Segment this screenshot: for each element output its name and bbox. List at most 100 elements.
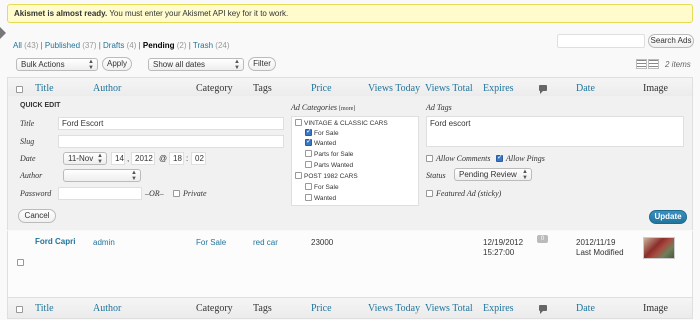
col-tags: Tags <box>253 83 272 94</box>
more-link[interactable]: [more] <box>339 106 355 112</box>
password-field[interactable] <box>58 187 142 200</box>
date-label: Date <box>20 154 36 163</box>
month-select[interactable]: 11-Nov ▲ ▼ <box>63 152 107 165</box>
hour-field[interactable]: 18 <box>169 152 184 165</box>
col-views-total[interactable]: Views Total <box>425 303 473 314</box>
category-item[interactable]: For Sale <box>305 183 339 191</box>
ad-date-status: Last Modified <box>576 248 624 257</box>
category-checkbox[interactable] <box>295 172 302 179</box>
ad-thumbnail-image[interactable] <box>643 237 675 259</box>
col-date[interactable]: Date <box>576 303 595 314</box>
category-item[interactable]: POST 1982 CARS <box>295 172 358 180</box>
col-expires[interactable]: Expires <box>483 303 514 314</box>
col-expires[interactable]: Expires <box>483 83 514 94</box>
private-checkbox[interactable] <box>173 190 180 197</box>
search-input[interactable] <box>557 34 645 48</box>
col-date[interactable]: Date <box>576 83 595 94</box>
col-price[interactable]: Price <box>311 83 332 94</box>
author-select[interactable]: ▲ ▼ <box>63 169 141 182</box>
title-field[interactable]: Ford Escort <box>58 117 284 130</box>
list-view-icon[interactable] <box>636 59 647 69</box>
category-checkbox[interactable] <box>305 194 312 201</box>
ad-tags-link[interactable]: red car <box>253 238 278 247</box>
notice-bold-text: Akismet is almost ready. <box>14 9 108 18</box>
category-item[interactable]: For Sale <box>305 127 339 137</box>
ad-categories-list: VINTAGE & CLASSIC CARS For Sale Wanted P… <box>291 116 419 206</box>
select-all-checkbox-footer[interactable] <box>16 306 23 313</box>
featured-ad-checkbox[interactable] <box>426 190 433 197</box>
col-tags: Tags <box>253 303 272 314</box>
cancel-button[interactable]: Cancel <box>18 209 56 223</box>
ad-title-link[interactable]: Ford Capri <box>35 237 75 246</box>
col-image: Image <box>643 83 668 94</box>
status-select[interactable]: Pending Review ▲ ▼ <box>454 168 532 181</box>
featured-ad-label: Featured Ad (sticky) <box>436 189 502 198</box>
title-label: Title <box>20 119 35 128</box>
category-item[interactable]: Wanted <box>305 137 336 147</box>
category-checkbox[interactable] <box>305 127 312 136</box>
filter-button[interactable]: Filter <box>248 57 276 71</box>
select-all-checkbox[interactable] <box>16 86 23 93</box>
minute-field[interactable]: 02 <box>191 152 206 165</box>
view-drafts[interactable]: Drafts (4) <box>103 41 136 50</box>
comments-column-icon[interactable] <box>539 305 547 314</box>
category-checkbox[interactable] <box>295 119 302 126</box>
category-item[interactable]: Parts Wanted <box>305 161 353 169</box>
password-label: Password <box>20 189 52 198</box>
allow-pings-label: Allow Pings <box>506 154 545 163</box>
comments-column-icon[interactable] <box>539 85 547 94</box>
view-mode-switch <box>636 59 660 71</box>
ad-expires-date: 12/19/2012 <box>483 238 524 247</box>
category-checkbox[interactable] <box>305 137 312 146</box>
col-price[interactable]: Price <box>311 303 332 314</box>
category-item[interactable]: Wanted <box>305 194 336 202</box>
view-trash[interactable]: Trash (24) <box>193 41 230 50</box>
category-checkbox[interactable] <box>305 183 312 190</box>
ad-price: 23000 <box>311 238 334 247</box>
day-field[interactable]: 14 <box>111 152 125 165</box>
row-checkbox[interactable] <box>17 259 24 266</box>
category-checkbox[interactable] <box>305 161 312 168</box>
apply-button[interactable]: Apply <box>102 57 132 71</box>
ad-author-link[interactable]: admin <box>93 238 115 247</box>
col-views-today[interactable]: Views Today <box>368 303 420 314</box>
col-author[interactable]: Author <box>93 303 121 314</box>
update-button[interactable]: Update <box>649 210 687 224</box>
view-pending[interactable]: Pending (2) <box>143 41 187 50</box>
ad-tags-textarea[interactable]: Ford escort <box>426 116 684 147</box>
col-title[interactable]: Title <box>35 83 54 94</box>
category-item[interactable]: Parts for Sale <box>305 150 353 158</box>
allow-comments-checkbox[interactable] <box>426 155 433 162</box>
author-label: Author <box>20 171 43 180</box>
search-ads-button[interactable]: Search Ads <box>648 34 694 48</box>
year-field[interactable]: 2012 <box>131 152 155 165</box>
status-label: Status <box>426 171 446 180</box>
col-image: Image <box>643 303 668 314</box>
bulk-actions-select[interactable]: Bulk Actions ▲ ▼ <box>16 58 98 71</box>
status-views: All (43) | Published (37) | Drafts (4) |… <box>13 41 230 50</box>
ad-category-link[interactable]: For Sale <box>196 238 226 247</box>
table-row: Ford Capri admin For Sale red car 23000 … <box>7 231 693 297</box>
table-footer: Title Author Category Tags Price Views T… <box>7 297 693 319</box>
category-item[interactable]: VINTAGE & CLASSIC CARS <box>295 119 388 127</box>
private-label: Private <box>183 189 207 198</box>
category-checkbox[interactable] <box>305 150 312 157</box>
slug-field[interactable] <box>58 135 284 148</box>
quick-edit-heading: QUICK EDIT <box>20 102 61 109</box>
ad-categories-label: Ad Categories [more] <box>291 103 356 112</box>
col-author[interactable]: Author <box>93 83 121 94</box>
col-title[interactable]: Title <box>35 303 54 314</box>
col-views-total[interactable]: Views Total <box>425 83 473 94</box>
ad-date: 2012/11/19 <box>576 238 616 247</box>
dates-filter-select[interactable]: Show all dates ▲ ▼ <box>148 58 244 71</box>
or-label: –OR– <box>145 189 164 198</box>
slug-label: Slug <box>20 137 35 146</box>
col-views-today[interactable]: Views Today <box>368 83 420 94</box>
allow-pings-checkbox[interactable] <box>496 153 503 162</box>
comment-count-bubble[interactable]: 0 <box>537 235 548 243</box>
excerpt-view-icon[interactable] <box>648 59 659 69</box>
view-published[interactable]: Published (37) <box>45 41 97 50</box>
col-category: Category <box>196 83 233 94</box>
col-category: Category <box>196 303 233 314</box>
view-all[interactable]: All (43) <box>13 41 38 50</box>
